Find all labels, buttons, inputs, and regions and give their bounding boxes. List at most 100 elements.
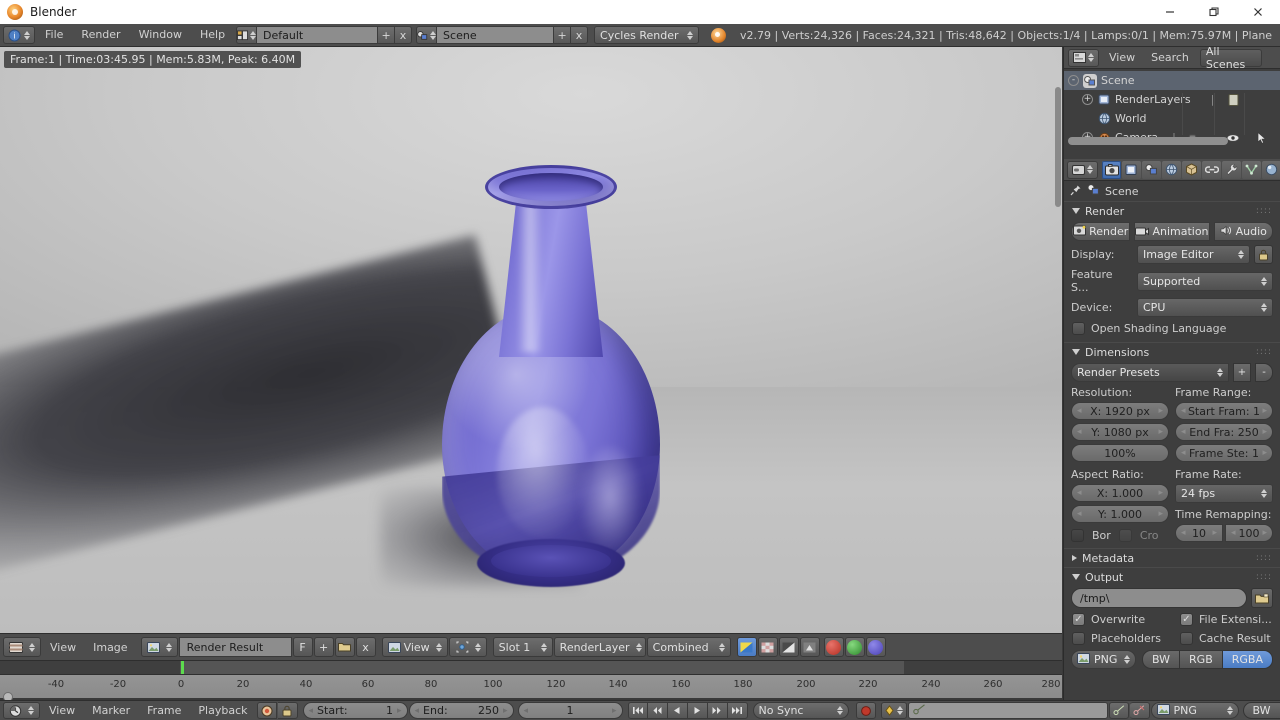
outliner-editor-icon[interactable] (1068, 48, 1099, 67)
outliner-row-scene[interactable]: - Scene (1064, 71, 1280, 90)
increment-arrow-icon[interactable]: ▸ (1212, 528, 1217, 538)
menu-render[interactable]: Render (72, 26, 129, 44)
outliner-menu-search[interactable]: Search (1144, 49, 1196, 67)
jump-to-start-icon[interactable] (627, 702, 648, 719)
remove-keyframe-icon[interactable] (1129, 702, 1150, 719)
render-image-button[interactable]: Render (1071, 222, 1131, 241)
scene-icon[interactable] (416, 26, 437, 44)
jump-to-end-icon[interactable] (727, 702, 748, 719)
section-output-header[interactable]: Output :::: (1064, 567, 1280, 586)
image-menu-image[interactable]: Image (85, 641, 135, 654)
scene-value[interactable]: Scene (436, 26, 555, 44)
image-editor-icon[interactable] (3, 637, 41, 657)
end-frame-field[interactable]: ◂ End: 250 ▸ (408, 702, 514, 719)
tab-render[interactable] (1102, 160, 1121, 179)
start-frame-field[interactable]: ◂ Start: 1 ▸ (302, 702, 408, 719)
timeline-color-mode-bw[interactable]: BW (1242, 702, 1280, 719)
feature-set-select[interactable]: Supported (1137, 271, 1273, 291)
play-reverse-icon[interactable] (667, 702, 688, 719)
screen-layout-icon[interactable] (236, 26, 257, 44)
tab-object[interactable] (1182, 160, 1201, 179)
increment-arrow-icon[interactable]: ▸ (1158, 406, 1163, 416)
decrement-arrow-icon[interactable]: ◂ (1077, 427, 1082, 437)
aspect-x-field[interactable]: ◂ X: 1.000 ▸ (1071, 484, 1169, 502)
increment-arrow-icon[interactable]: ▸ (1158, 488, 1163, 498)
sync-mode-select[interactable]: No Sync (752, 702, 849, 719)
file-extensions-checkbox[interactable]: ✓ (1180, 613, 1193, 626)
outliner-row-renderlayers[interactable]: + RenderLayers | (1064, 90, 1280, 109)
current-frame-field[interactable]: ◂ 1 ▸ (517, 702, 623, 719)
color-mode-bw[interactable]: BW (1142, 650, 1181, 669)
outliner-menu-view[interactable]: View (1102, 49, 1142, 67)
file-extensions-row[interactable]: ✓ File Extensi... (1172, 610, 1280, 629)
green-channel-dot[interactable] (844, 637, 865, 657)
unlink-image-button[interactable]: x (355, 637, 376, 657)
decrement-arrow-icon[interactable]: ◂ (1181, 427, 1186, 437)
visibility-eye-icon[interactable] (1226, 131, 1240, 145)
info-editor-icon[interactable]: i (3, 26, 35, 44)
expand-toggle-icon[interactable]: + (1082, 94, 1093, 105)
keyframe-type-icon[interactable] (880, 702, 907, 719)
resolution-y-field[interactable]: ◂ Y: 1080 px ▸ (1071, 423, 1169, 441)
device-select[interactable]: CPU (1137, 298, 1273, 317)
color-mode-rgb[interactable]: RGB (1180, 650, 1223, 669)
pin-icon[interactable] (1070, 183, 1082, 199)
resolution-percentage-field[interactable]: 100% (1071, 444, 1169, 462)
tab-world[interactable] (1162, 160, 1181, 179)
timeline-menu-frame[interactable]: Frame (139, 704, 189, 717)
timeline-menu-view[interactable]: View (41, 704, 83, 717)
color-mode-rgba[interactable]: RGBA (1222, 650, 1273, 669)
cache-result-checkbox[interactable] (1180, 632, 1193, 645)
timeline-editor-icon[interactable] (3, 702, 40, 719)
minimize-icon[interactable] (1148, 0, 1192, 24)
render-layer-select[interactable]: RenderLayer (553, 637, 646, 657)
image-view-icon[interactable]: View (381, 637, 448, 657)
increment-arrow-icon[interactable]: ▸ (1158, 509, 1163, 519)
increment-arrow-icon[interactable]: ▸ (1262, 427, 1267, 437)
output-path-input[interactable]: /tmp\ (1071, 588, 1247, 608)
section-metadata-header[interactable]: Metadata :::: (1064, 548, 1280, 567)
outliner-display-mode[interactable]: All Scenes (1199, 45, 1262, 71)
decrement-arrow-icon[interactable]: ◂ (1231, 528, 1236, 538)
end-frame-field[interactable]: ◂ End Fra: 250 ▸ (1175, 423, 1273, 441)
overwrite-row[interactable]: ✓ Overwrite (1064, 610, 1172, 629)
timeline-playhead[interactable] (181, 661, 184, 674)
timeline-file-format-select[interactable]: PNG (1150, 702, 1239, 719)
osl-checkbox[interactable] (1072, 322, 1085, 335)
render-engine-selector[interactable]: Cycles Render (594, 26, 700, 44)
time-remap-old-field[interactable]: ◂ 10 ▸ (1175, 524, 1223, 542)
blue-channel-dot[interactable] (865, 637, 886, 657)
lock-icon[interactable] (1254, 245, 1273, 264)
tab-scene[interactable] (1142, 160, 1161, 179)
folder-icon[interactable] (1251, 588, 1273, 608)
cache-result-row[interactable]: Cache Result (1172, 629, 1280, 648)
timeline-editor[interactable]: -40 -20 0 20 40 60 80 100 120 140 160 18… (0, 661, 1062, 702)
lock-icon[interactable] (277, 702, 298, 719)
increment-arrow-icon[interactable]: ▸ (1158, 427, 1163, 437)
record-icon[interactable] (855, 702, 876, 719)
aspect-y-field[interactable]: ◂ Y: 1.000 ▸ (1071, 505, 1169, 523)
time-remap-new-field[interactable]: ◂ 100 ▸ (1225, 524, 1273, 542)
tab-constraints[interactable] (1202, 160, 1221, 179)
render-presets-select[interactable]: Render Presets (1071, 363, 1229, 382)
tab-data[interactable] (1242, 160, 1261, 179)
pivot-icon[interactable] (448, 637, 487, 657)
add-keyframe-icon[interactable] (1108, 702, 1129, 719)
image-datablock-name[interactable]: Render Result (178, 637, 292, 657)
auto-keying-icon[interactable] (256, 702, 277, 719)
border-checkbox[interactable] (1071, 529, 1084, 542)
resolution-x-field[interactable]: ◂ X: 1920 px ▸ (1071, 402, 1169, 420)
tab-material[interactable] (1262, 160, 1280, 179)
zdepth-icon[interactable] (778, 637, 799, 657)
scene-add-button[interactable]: + (554, 26, 572, 44)
screen-layout-add-button[interactable]: + (378, 26, 396, 44)
decrement-arrow-icon[interactable]: ◂ (1077, 509, 1082, 519)
play-icon[interactable] (687, 702, 708, 719)
render-slot-select[interactable]: Slot 1 (492, 637, 553, 657)
menu-help[interactable]: Help (191, 26, 234, 44)
add-preset-button[interactable]: + (1233, 363, 1251, 382)
screen-layout-value[interactable]: Default (256, 26, 379, 44)
increment-arrow-icon[interactable]: ▸ (1262, 528, 1267, 538)
menu-file[interactable]: File (36, 26, 72, 44)
red-channel-dot[interactable] (823, 637, 844, 657)
